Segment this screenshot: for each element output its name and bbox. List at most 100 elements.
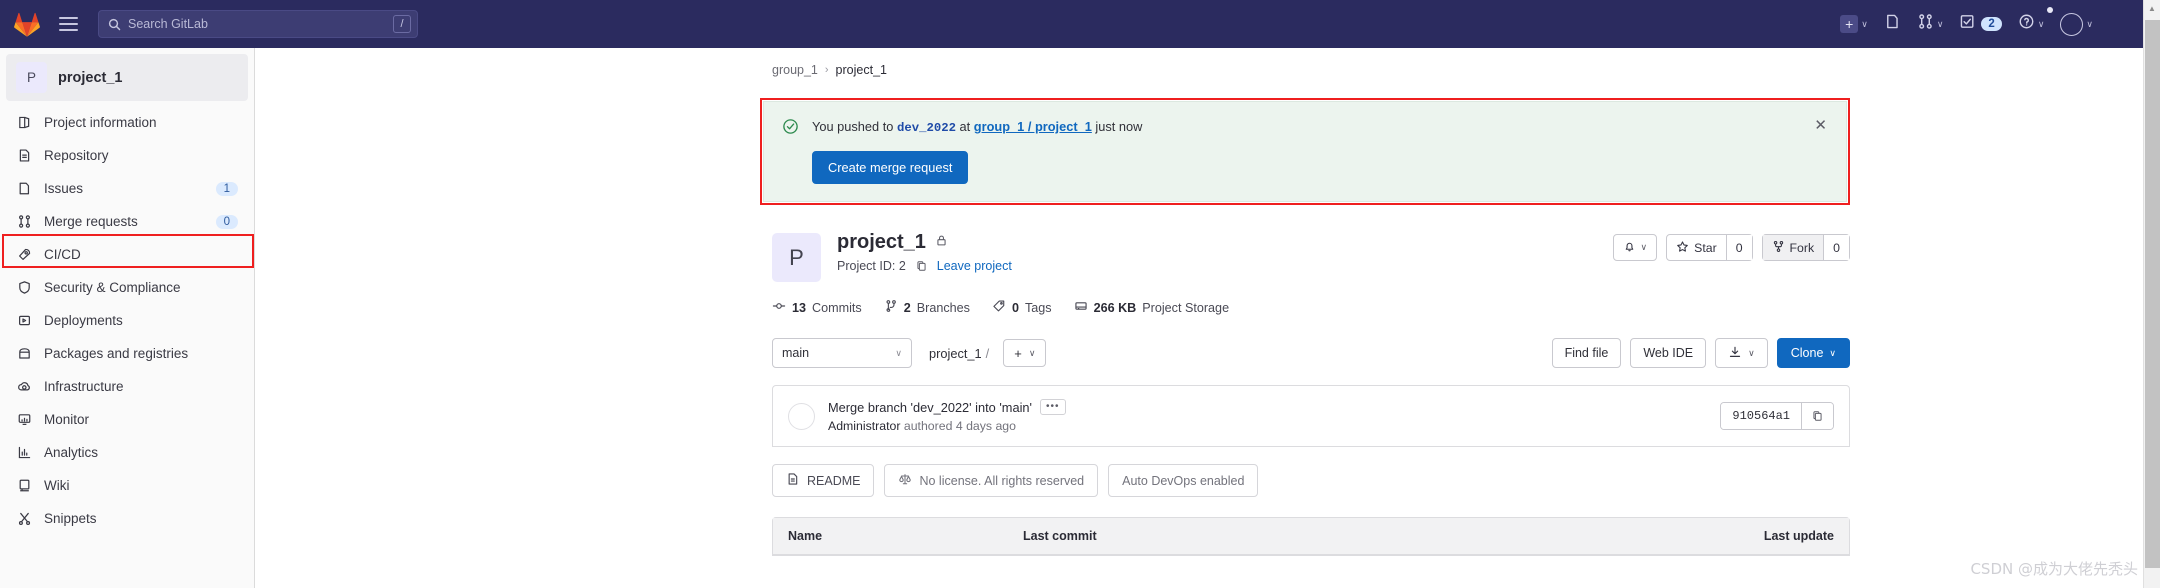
breadcrumb-project[interactable]: project_1 — [836, 63, 887, 77]
sidebar-item-cicd[interactable]: CI/CD — [0, 238, 254, 271]
alert-suffix: just now — [1095, 119, 1143, 134]
web-ide-button[interactable]: Web IDE — [1630, 338, 1707, 369]
alert-target-link[interactable]: group_1 / project_1 — [974, 119, 1092, 134]
commit-sha[interactable]: 910564a1 — [1721, 403, 1801, 430]
user-avatar-menu[interactable]: ∨ — [2053, 8, 2100, 40]
issues-link[interactable] — [1877, 8, 1908, 40]
sidebar-item-wiki[interactable]: Wiki — [0, 469, 254, 502]
project-avatar: P — [16, 62, 47, 93]
project-id-row: Project ID: 2 Leave project — [837, 259, 1012, 273]
analytics-icon — [16, 445, 33, 460]
sidebar-item-analytics[interactable]: Analytics — [0, 436, 254, 469]
license-scale-icon — [898, 472, 912, 489]
issues-icon — [1884, 13, 1901, 35]
sidebar-item-issues[interactable]: Issues 1 — [0, 172, 254, 205]
plus-icon: + — [1840, 15, 1859, 33]
commit-info: Merge branch 'dev_2022' into 'main' ••• … — [828, 399, 1066, 433]
commit-author[interactable]: Administrator — [828, 419, 900, 433]
search-shortcut-badge: / — [393, 15, 411, 33]
stat-tags[interactable]: 0 Tags — [992, 299, 1052, 316]
commit-message[interactable]: Merge branch 'dev_2022' into 'main' — [828, 400, 1032, 415]
project-title-row: project_1 — [837, 231, 1012, 254]
push-success-alert: You pushed to dev_2022 at group_1 / proj… — [763, 101, 1847, 203]
copy-icon[interactable] — [915, 260, 928, 273]
alert-prefix: You pushed to — [812, 119, 894, 134]
stat-project-storage[interactable]: 266 KB Project Storage — [1074, 299, 1229, 316]
sidebar-label: Repository — [44, 148, 109, 163]
avatar-icon — [788, 402, 815, 430]
alert-at: at — [959, 119, 971, 134]
create-merge-request-button[interactable]: Create merge request — [812, 151, 969, 185]
project-id-label: Project ID: 2 — [837, 259, 906, 274]
sidebar-item-monitor[interactable]: Monitor — [0, 403, 254, 436]
merge-requests-menu[interactable]: ∨ — [1910, 8, 1951, 40]
sidebar-item-packages-and-registries[interactable]: Packages and registries — [0, 337, 254, 370]
breadcrumb-group[interactable]: group_1 — [772, 63, 818, 77]
sidebar-item-merge-requests[interactable]: Merge requests 0 — [0, 205, 254, 238]
hamburger-menu-icon[interactable] — [50, 6, 86, 42]
search-box[interactable]: / — [98, 10, 418, 38]
gitlab-logo-icon[interactable] — [10, 7, 44, 41]
license-label: No license. All rights reserved — [919, 473, 1085, 488]
star-button[interactable]: Star 0 — [1666, 234, 1753, 262]
stat-branches-label: Branches — [916, 300, 970, 315]
notification-settings-button[interactable]: ∨ — [1612, 234, 1658, 262]
sidebar-item-snippets[interactable]: Snippets — [0, 502, 254, 535]
gitlab-project-page: / + ∨ — [0, 0, 2160, 588]
sidebar-project-header[interactable]: P project_1 — [6, 54, 248, 101]
sidebar-label: Infrastructure — [44, 379, 124, 394]
stat-commits[interactable]: 13 Commits — [772, 299, 862, 316]
sidebar-item-repository[interactable]: Repository — [0, 139, 254, 172]
top-navigation-bar: / + ∨ — [0, 0, 2160, 48]
commit-description-toggle[interactable]: ••• — [1039, 399, 1066, 416]
merge-request-icon — [16, 214, 33, 229]
last-commit-card: Merge branch 'dev_2022' into 'main' ••• … — [772, 385, 1850, 448]
branch-selector-value: main — [782, 346, 810, 361]
lock-icon — [935, 234, 948, 252]
create-new-menu[interactable]: + ∨ — [1833, 8, 1875, 40]
sidebar-item-deployments[interactable]: Deployments — [0, 304, 254, 337]
commit-icon — [772, 299, 786, 316]
repository-file-table: Name Last commit Last update — [772, 517, 1850, 557]
repository-toolbar-actions: Find file Web IDE ∨ Clone ∨ — [1551, 338, 1850, 369]
readme-label: README — [807, 473, 861, 488]
help-menu[interactable]: ∨ — [2011, 7, 2053, 40]
help-icon — [2018, 13, 2035, 35]
sidebar-item-security-compliance[interactable]: Security & Compliance — [0, 271, 254, 304]
clone-button[interactable]: Clone ∨ — [1776, 338, 1850, 369]
add-to-repo-button[interactable]: + ∨ — [1003, 339, 1047, 368]
storage-icon — [1074, 299, 1088, 316]
search-icon — [108, 18, 121, 31]
todos-link[interactable]: 2 — [1952, 8, 2008, 40]
sidebar-item-infrastructure[interactable]: Infrastructure — [0, 370, 254, 403]
fork-count: 0 — [1823, 235, 1849, 261]
sidebar-nav-list: Project information Repository Issues 1 … — [0, 106, 254, 535]
page-scrollbar[interactable]: ▲ — [2143, 0, 2160, 588]
stat-branches[interactable]: 2 Branches — [884, 299, 970, 316]
fork-button[interactable]: Fork 0 — [1761, 234, 1850, 262]
license-badge[interactable]: No license. All rights reserved — [884, 464, 1099, 498]
scrollbar-thumb[interactable] — [2145, 20, 2160, 568]
stat-commits-label: Commits — [812, 300, 862, 315]
search-input[interactable] — [128, 17, 393, 31]
download-source-button[interactable]: ∨ — [1715, 338, 1768, 369]
close-icon[interactable]: ✕ — [1811, 115, 1830, 136]
auto-devops-badge[interactable]: Auto DevOps enabled — [1108, 464, 1259, 498]
readme-badge[interactable]: README — [772, 464, 875, 498]
breadcrumb: group_1 › project_1 — [760, 63, 1850, 77]
leave-project-link[interactable]: Leave project — [937, 259, 1012, 273]
issues-icon — [16, 181, 33, 196]
sidebar-label: Packages and registries — [44, 346, 189, 361]
find-file-button[interactable]: Find file — [1551, 338, 1622, 369]
sidebar-item-project-information[interactable]: Project information — [0, 106, 254, 139]
path-project-link[interactable]: project_1 — [929, 346, 982, 361]
success-check-icon — [782, 118, 800, 184]
stat-tags-label: Tags — [1024, 300, 1052, 315]
branch-selector[interactable]: main ∨ — [772, 338, 912, 369]
wiki-icon — [16, 478, 33, 493]
sidebar-label: Issues — [44, 181, 84, 196]
repository-icon — [16, 148, 33, 163]
scroll-up-arrow-icon[interactable]: ▲ — [2144, 0, 2160, 17]
copy-icon[interactable] — [1801, 403, 1833, 430]
auto-devops-label: Auto DevOps enabled — [1122, 473, 1245, 488]
